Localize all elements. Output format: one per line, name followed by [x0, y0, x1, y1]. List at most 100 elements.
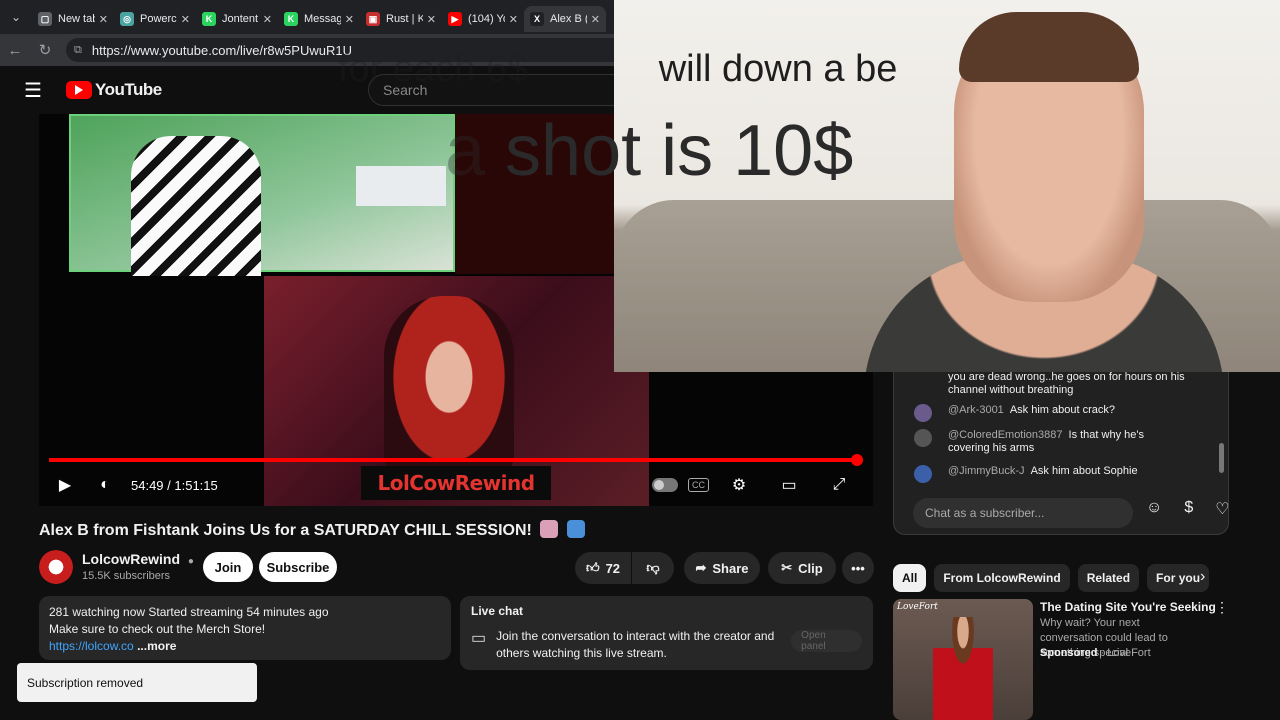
- progress-bar[interactable]: [49, 454, 863, 466]
- tab-favicon-icon: ▣: [366, 12, 380, 26]
- chip-from-channel[interactable]: From LolcowRewind: [934, 564, 1070, 592]
- volume-icon[interactable]: ◐: [85, 476, 125, 494]
- youtube-play-icon: [66, 81, 92, 99]
- tab-close-icon[interactable]: ✕: [181, 13, 190, 26]
- like-button[interactable]: 👍︎ 72: [575, 552, 631, 584]
- browser-tab[interactable]: ▶ (104) Yo ✕: [442, 6, 524, 32]
- channel-name[interactable]: LolcowRewind: [82, 551, 180, 567]
- user-avatar[interactable]: [914, 404, 932, 422]
- ad-sponsored-line: Sponsored · LoveFort: [1040, 647, 1151, 659]
- chip-related[interactable]: Related: [1077, 564, 1140, 592]
- rewind-emoji-icon: [566, 520, 585, 538]
- chat-message-text: Ask him about crack?: [1009, 404, 1115, 416]
- tab-close-icon[interactable]: ✕: [99, 13, 108, 26]
- user-avatar[interactable]: [914, 465, 932, 483]
- chat-username[interactable]: @Ark-3001: [948, 404, 1004, 416]
- more-actions-button[interactable]: •••: [842, 552, 874, 584]
- time-display: 54:49 / 1:51:15: [131, 477, 218, 493]
- subscribe-button[interactable]: Subscribe: [259, 552, 337, 582]
- overlay-text-line1-main: will down a beer: [658, 48, 898, 90]
- autoplay-toggle[interactable]: [652, 478, 678, 492]
- toast-notification: Subscription removed: [17, 663, 257, 702]
- more-vertical-icon[interactable]: ⋮: [1215, 599, 1229, 616]
- subscriber-count: 15.5K subscribers: [82, 570, 171, 582]
- overlay-text-line2-main: shot is 10$: [505, 111, 854, 191]
- dislike-button[interactable]: 👎︎: [632, 552, 674, 584]
- tab-close-icon[interactable]: ✕: [427, 13, 436, 26]
- play-icon[interactable]: ▶: [45, 475, 85, 495]
- chevron-right-icon[interactable]: ›: [1200, 568, 1205, 586]
- chat-bubble-icon: ▭: [471, 630, 487, 647]
- progress-scrubber[interactable]: [851, 454, 863, 466]
- ad-title[interactable]: The Dating Site You're Seeking: [1040, 600, 1216, 614]
- chat-scrollbar[interactable]: [1219, 443, 1224, 473]
- more-horizontal-icon: •••: [851, 560, 865, 576]
- tab-search-chevron-icon[interactable]: ⌄: [0, 0, 32, 34]
- site-info-icon[interactable]: ⧉: [74, 44, 82, 57]
- browser-tab[interactable]: X Alex B (✕: [524, 6, 606, 32]
- chat-message-text: Ask him about Sophie: [1030, 465, 1138, 477]
- open-panel-button[interactable]: Open panel: [791, 630, 862, 652]
- overlay-text-line2-faded: a: [445, 111, 506, 191]
- chat-message-text: you are dead wrong..he goes on for hours…: [948, 371, 1185, 396]
- theater-mode-icon[interactable]: ▭: [769, 475, 809, 495]
- emoji-icon[interactable]: ☺: [1146, 499, 1162, 519]
- tab-favicon-icon: ▢: [38, 12, 52, 26]
- heart-icon[interactable]: ♡: [1215, 499, 1229, 519]
- clip-button[interactable]: ✂ Clip: [768, 552, 836, 584]
- youtube-logo[interactable]: YouTube: [66, 80, 162, 100]
- browser-tab[interactable]: ▢ New tab ✕: [32, 6, 114, 32]
- chat-message: @Ark-3001 Ask him about crack?: [914, 404, 1198, 422]
- description-box[interactable]: 281 watching now Started streaming 54 mi…: [39, 596, 451, 660]
- ad-thumbnail[interactable]: LoveFort: [893, 599, 1033, 720]
- chip-all[interactable]: All: [893, 564, 927, 592]
- join-button[interactable]: Join: [203, 552, 253, 582]
- tab-favicon-icon: ◎: [120, 12, 134, 26]
- share-arrow-icon: ➦: [695, 560, 707, 575]
- sponsored-card[interactable]: LoveFort The Dating Site You're Seeking …: [893, 599, 1229, 720]
- tab-close-icon[interactable]: ✕: [591, 13, 600, 26]
- share-button[interactable]: ➦ Share: [684, 552, 760, 584]
- channel-name-row[interactable]: LolcowRewind ●: [82, 551, 194, 567]
- chat-message: you are dead wrong..he goes on for hours…: [914, 371, 1198, 397]
- settings-gear-icon[interactable]: ⚙: [719, 475, 759, 495]
- merch-link[interactable]: https://lolcow.co: [49, 639, 134, 653]
- tab-close-icon[interactable]: ✕: [345, 13, 354, 26]
- youtube-wordmark: YouTube: [95, 80, 162, 99]
- chat-input[interactable]: Chat as a subscriber...: [913, 498, 1133, 528]
- browser-tab[interactable]: K Jontent ✕: [196, 6, 278, 32]
- thumbs-down-icon: 👎︎: [646, 560, 660, 575]
- verified-icon: ●: [187, 556, 194, 567]
- tab-close-icon[interactable]: ✕: [509, 13, 518, 26]
- user-avatar[interactable]: [914, 429, 932, 447]
- show-more-button[interactable]: ...more: [137, 639, 176, 653]
- chat-input-placeholder: Chat as a subscriber...: [925, 506, 1045, 520]
- tab-label: Jontent: [222, 13, 259, 25]
- tab-favicon-icon: ▶: [448, 12, 462, 26]
- back-icon[interactable]: ←: [0, 42, 30, 59]
- tab-label: New tab: [58, 13, 95, 25]
- related-filter-chips: All From LolcowRewind Related For you: [893, 564, 1229, 592]
- live-chat-heading: Live chat: [471, 604, 524, 618]
- fullscreen-icon[interactable]: ⤢: [819, 476, 859, 494]
- chat-username[interactable]: @ColoredEmotion3887: [948, 429, 1063, 441]
- share-label: Share: [712, 560, 749, 576]
- chat-message: @ColoredEmotion3887 Is that why he's cove…: [914, 429, 1188, 455]
- live-chat-prompt: Live chat ▭ Join the conversation to int…: [460, 596, 873, 670]
- browser-tab[interactable]: ◎ Powerch ✕: [114, 6, 196, 32]
- channel-avatar[interactable]: [39, 550, 73, 584]
- chat-message: @JimmyBuck-J Ask him about Sophie: [914, 465, 1198, 483]
- browser-tab[interactable]: ▣ Rust | K ✕: [360, 6, 442, 32]
- browser-tab[interactable]: K Messag ✕: [278, 6, 360, 32]
- captions-icon[interactable]: CC: [688, 478, 709, 492]
- tab-favicon-icon: K: [202, 12, 216, 26]
- url-text: https://www.youtube.com/live/r8w5PUwuR1U: [91, 42, 352, 58]
- tab-label: (104) Yo: [468, 13, 505, 25]
- reload-icon[interactable]: ↻: [30, 41, 60, 59]
- tab-close-icon[interactable]: ✕: [263, 13, 272, 26]
- menu-icon[interactable]: ☰: [0, 78, 66, 103]
- progress-fill: [49, 458, 857, 462]
- chat-username[interactable]: @JimmyBuck-J: [948, 465, 1025, 477]
- video-scene-greenscreen: [69, 114, 455, 276]
- super-chat-icon[interactable]: $: [1184, 499, 1193, 519]
